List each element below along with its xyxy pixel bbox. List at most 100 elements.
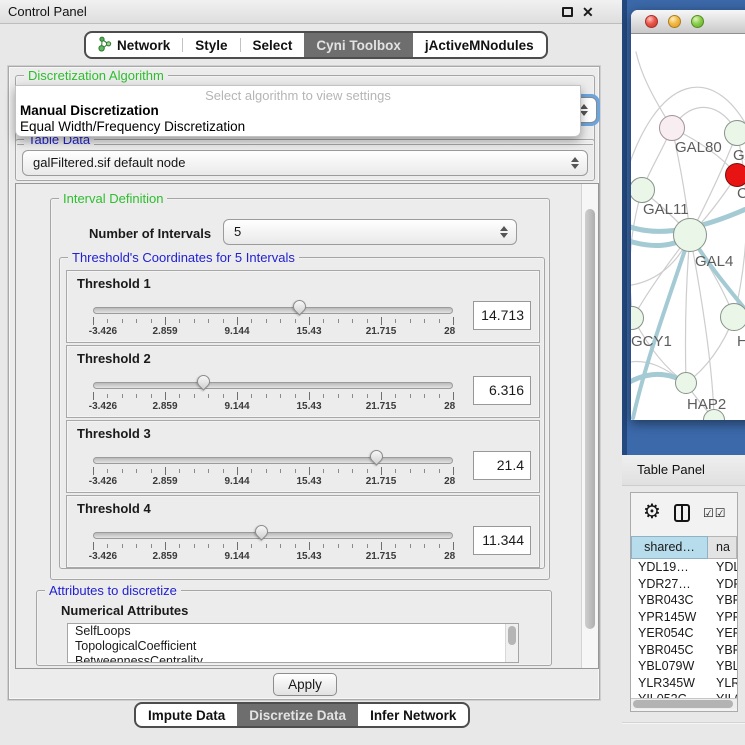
tick-mark [237,467,238,475]
table-data-combobox[interactable]: galFiltered.sif default node [22,150,588,176]
close-icon[interactable]: ✕ [582,2,594,22]
tab-cyni-toolbox[interactable]: Cyni Toolbox [304,33,413,57]
close-traffic-light-icon[interactable] [645,15,658,28]
attribute-list-item[interactable]: BetweennessCentrality [68,654,518,663]
cell-shared-name: YPR145W [631,609,708,626]
network-node-gal80[interactable] [659,115,685,141]
tab-discretize-data[interactable]: Discretize Data [237,704,358,726]
zoom-traffic-light-icon[interactable] [691,15,704,28]
app-root: Control Panel ✕ Network Style SelectCyni T… [0,0,745,745]
tick-mark [93,317,94,325]
tick-mark [194,469,195,473]
network-node-hap2[interactable] [675,372,697,394]
threshold-value-field[interactable]: 11.344 [473,526,531,555]
scrollbar-thumb[interactable] [508,626,516,645]
numerical-attributes-list[interactable]: SelfLoopsTopologicalCoefficientBetweenne… [67,623,519,663]
slider-track[interactable] [93,457,453,464]
tick-mark [122,319,123,323]
tab-style[interactable]: Style [183,33,239,57]
tick-mark [367,319,368,323]
network-canvas[interactable]: GAL80GACGAL11GAL4GCY1HHAP2 [631,34,745,420]
number-of-intervals-combobox[interactable]: 5 [223,219,517,245]
column-header-name[interactable]: na [708,536,737,559]
dropdown-options: Manual DiscretizationEqual Width/Frequen… [16,103,580,135]
attributes-scrollbar[interactable] [505,624,518,662]
table-row[interactable]: YDR27…YDR2 [631,576,737,593]
tick-mark [136,544,137,548]
scale-label: 15.43 [296,401,321,412]
table-horizontal-scrollbar[interactable] [631,698,737,709]
panel-vertical-scrollbar[interactable] [581,184,598,668]
tick-mark [179,544,180,548]
scale-label: 15.43 [296,476,321,487]
scale-label: 9.144 [224,476,249,487]
tab-select[interactable]: Select [241,33,305,57]
thresholds-group-title: Threshold's Coordinates for 5 Intervals [68,250,299,265]
tick-mark [93,542,94,550]
tick-mark [122,394,123,398]
tab-infer-network[interactable]: Infer Network [358,704,468,726]
tab-jactivemnodules[interactable]: jActiveMNodules [413,33,546,57]
table-row[interactable]: YDL19…YDL1 [631,559,737,576]
float-window-icon[interactable] [562,7,573,17]
tick-mark [208,394,209,398]
threshold-value-field[interactable]: 21.4 [473,451,531,480]
slider-track[interactable] [93,307,453,314]
tab-label: Style [195,38,227,53]
cell-shared-name: YBR045C [631,642,708,659]
network-view-window[interactable]: GAL80GACGAL11GAL4GCY1HHAP2 [631,10,745,420]
cell-shared-name: YDL19… [631,559,708,576]
tick-mark [208,469,209,473]
tick-mark [295,394,296,398]
network-node-c[interactable] [725,163,745,187]
slider-ticks [93,317,453,326]
tick-mark [151,394,152,398]
table-row[interactable]: YBL079WYBL0 [631,658,737,675]
interval-definition-title: Interval Definition [59,191,167,206]
table-row[interactable]: YLR345WYLR3 [631,675,737,692]
slider-track[interactable] [93,382,453,389]
table-row[interactable]: YBR045CYBR0 [631,642,737,659]
tick-mark [280,544,281,548]
tick-mark [410,544,411,548]
select-columns-icon[interactable]: ☑☑ [703,506,727,520]
table-row[interactable]: YER054CYER0 [631,625,737,642]
table-row[interactable]: YBR043CYBR0 [631,592,737,609]
dropdown-option[interactable]: Equal Width/Frequency Discretization [16,119,580,135]
panel-title: Control Panel [8,0,87,23]
apply-button[interactable]: Apply [273,673,337,696]
tick-mark [352,394,353,398]
cell-shared-name: YER054C [631,625,708,642]
attributes-group-title: Attributes to discretize [45,583,181,598]
tab-network[interactable]: Network [86,33,182,57]
network-node-h[interactable] [720,303,745,331]
scale-label: 28 [444,551,455,562]
column-header-shared-name[interactable]: shared… [631,536,708,559]
tab-impute-data[interactable]: Impute Data [136,704,237,726]
scrollbar-thumb[interactable] [585,209,595,629]
split-panel-icon[interactable] [674,504,690,522]
network-node-ga[interactable] [724,120,745,146]
threshold-value-field[interactable]: 14.713 [473,301,531,330]
minimize-traffic-light-icon[interactable] [668,15,681,28]
tick-mark [367,469,368,473]
number-of-intervals-value: 5 [234,224,241,239]
tick-mark [352,319,353,323]
cell-name: YBL0 [708,658,737,675]
network-node-gal4[interactable] [673,218,707,252]
gear-icon[interactable]: ⚙ [643,500,661,524]
threshold-value-field[interactable]: 6.316 [473,376,531,405]
scrollbar-thumb[interactable] [633,700,733,708]
attribute-list-item[interactable]: SelfLoops [68,624,518,639]
threshold-panel: Threshold 3 -3.4262.8599.14415.4321.7152… [66,420,540,493]
attribute-list-item[interactable]: TopologicalCoefficient [68,639,518,654]
algorithm-dropdown-popup: Select algorithm to view settings Manual… [15,85,581,137]
scale-label: 21.715 [366,551,397,562]
dropdown-option[interactable]: Manual Discretization [16,103,580,119]
cell-name: YER0 [708,625,737,642]
table-row[interactable]: YPR145WYPR1 [631,609,737,626]
tick-mark [453,317,454,325]
scale-label: -3.426 [89,326,117,337]
table-row[interactable]: YIL052CYIL0 [631,691,737,698]
slider-track[interactable] [93,532,453,539]
